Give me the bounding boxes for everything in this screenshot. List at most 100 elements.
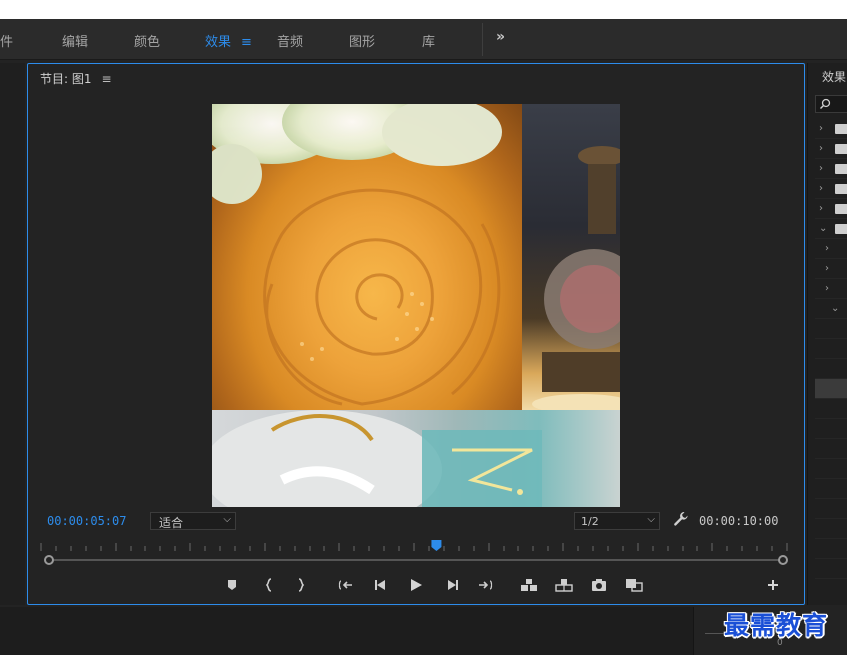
more-workspaces-icon[interactable]: » — [496, 29, 505, 45]
left-panel — [0, 63, 25, 605]
chevron-right-icon[interactable]: › — [825, 283, 829, 294]
effects-tree-row[interactable] — [815, 379, 847, 399]
workspace-tab-audio[interactable]: 音频 — [277, 31, 303, 50]
chevron-right-icon[interactable]: › — [819, 123, 823, 134]
export-frame-button[interactable] — [588, 574, 610, 596]
playhead-icon[interactable] — [431, 540, 442, 551]
compare-view-button[interactable] — [623, 574, 645, 596]
rose-illustration — [212, 104, 502, 406]
folder-icon — [835, 144, 847, 154]
effects-tree-row[interactable] — [815, 339, 847, 359]
folder-icon — [835, 204, 847, 214]
chevron-right-icon[interactable]: › — [819, 183, 823, 194]
workspace-tab-graphics[interactable]: 图形 — [349, 31, 375, 50]
workspace-tab-learning[interactable]: 件 — [0, 31, 13, 50]
overwrite-button[interactable] — [553, 574, 575, 596]
effects-panel-title[interactable]: 效果 — [822, 68, 846, 85]
effects-tree-row[interactable] — [815, 479, 847, 499]
effects-tree-row[interactable]: › — [815, 179, 847, 199]
zoom-scrollbar[interactable] — [44, 555, 788, 565]
playback-resolution-value: 1/2 — [581, 515, 599, 528]
overwrite-icon — [555, 579, 573, 592]
playback-resolution-select[interactable]: 1/2 ⌵ — [574, 512, 660, 530]
effects-tree-row[interactable]: › — [815, 119, 847, 139]
play-icon — [411, 579, 422, 591]
go-to-out-icon — [479, 580, 493, 590]
go-to-in-button[interactable] — [335, 574, 357, 596]
step-forward-icon — [448, 580, 458, 590]
add-button-icon — [768, 580, 778, 590]
effects-tree-row[interactable]: › — [815, 239, 847, 259]
chevron-down-icon[interactable]: ⌄ — [831, 303, 839, 314]
lantern-clip — [522, 104, 620, 410]
chevron-right-icon[interactable]: › — [819, 203, 823, 214]
cake-clip — [212, 410, 620, 507]
workspace-tab-effects[interactable]: 效果 ≡ — [205, 31, 252, 50]
effects-tree-row[interactable]: › — [815, 259, 847, 279]
chevron-down-icon[interactable]: ⌄ — [819, 223, 827, 234]
program-video-frame[interactable] — [212, 104, 620, 507]
step-back-button[interactable] — [370, 574, 392, 596]
duration-timecode: 00:00:10:00 — [699, 514, 779, 528]
effects-tab-menu-icon[interactable]: ≡ — [241, 35, 252, 50]
go-to-in-icon — [338, 580, 352, 590]
chevron-right-icon[interactable]: › — [825, 263, 829, 274]
effects-search-input[interactable] — [815, 95, 847, 113]
search-icon — [820, 98, 831, 109]
rose-clip — [212, 104, 522, 410]
zoom-scroll-track — [48, 559, 784, 561]
zoom-scroll-handle-right[interactable] — [778, 555, 788, 565]
workspace-tab-effects-label: 效果 — [205, 35, 232, 50]
effects-panel: 效果 › › › › › ⌄ › › › ⌄ — [807, 63, 847, 605]
effects-tree-row[interactable]: › — [815, 279, 847, 299]
mark-out-icon — [298, 578, 305, 592]
effects-tree-row[interactable] — [815, 559, 847, 579]
button-editor-button[interactable] — [762, 574, 784, 596]
time-ruler[interactable] — [40, 540, 788, 552]
workspace-bar: 件 编辑 颜色 效果 ≡ 音频 图形 库 » — [0, 19, 847, 60]
effects-tree-row[interactable] — [815, 359, 847, 379]
mark-out-button[interactable] — [290, 574, 312, 596]
fit-zoom-select-value: 适合 — [159, 516, 184, 530]
effects-tree-row[interactable]: ⌄ — [815, 299, 847, 319]
step-forward-button[interactable] — [441, 574, 463, 596]
insert-icon — [521, 579, 537, 591]
effects-tree-row[interactable] — [815, 499, 847, 519]
program-monitor-title: 节目: 图1 — [40, 72, 92, 86]
workspace-tab-editing[interactable]: 编辑 — [62, 31, 88, 50]
chevron-right-icon[interactable]: › — [825, 243, 829, 254]
effects-tree-row[interactable] — [815, 519, 847, 539]
effects-tree-row[interactable] — [815, 439, 847, 459]
effects-tree-row[interactable]: › — [815, 159, 847, 179]
compare-view-icon — [626, 579, 643, 592]
mark-in-icon — [265, 578, 272, 592]
settings-wrench-icon[interactable] — [673, 511, 689, 527]
chevron-right-icon[interactable]: › — [819, 143, 823, 154]
mark-in-button[interactable] — [258, 574, 280, 596]
watermark-logo: 最需教育 — [724, 611, 829, 640]
effects-tree-row[interactable]: › — [815, 199, 847, 219]
workspace-tab-color[interactable]: 颜色 — [134, 31, 160, 50]
lantern-illustration — [532, 146, 620, 410]
panel-menu-icon[interactable]: ≡ — [102, 72, 112, 86]
effects-tree-row[interactable] — [815, 419, 847, 439]
zoom-scroll-handle-left[interactable] — [44, 555, 54, 565]
add-marker-button[interactable] — [221, 574, 243, 596]
folder-icon — [835, 184, 847, 194]
effects-tree-row[interactable]: › — [815, 139, 847, 159]
effects-tree-row[interactable] — [815, 459, 847, 479]
fit-zoom-select[interactable]: 适合 ⌵ — [150, 512, 236, 530]
add-marker-icon — [228, 580, 236, 590]
effects-tree-row[interactable] — [815, 319, 847, 339]
workspace-tab-libraries[interactable]: 库 — [422, 31, 435, 50]
chevron-right-icon[interactable]: › — [819, 163, 823, 174]
go-to-out-button[interactable] — [474, 574, 496, 596]
current-timecode[interactable]: 00:00:05:07 — [47, 514, 126, 528]
effects-tree-row[interactable]: ⌄ — [815, 219, 847, 239]
program-monitor-header[interactable]: 节目: 图1 ≡ — [40, 70, 112, 87]
effects-tree-row[interactable] — [815, 399, 847, 419]
insert-button[interactable] — [518, 574, 540, 596]
cake-illustration — [212, 410, 542, 507]
effects-tree-row[interactable] — [815, 539, 847, 559]
play-button[interactable] — [405, 574, 427, 596]
